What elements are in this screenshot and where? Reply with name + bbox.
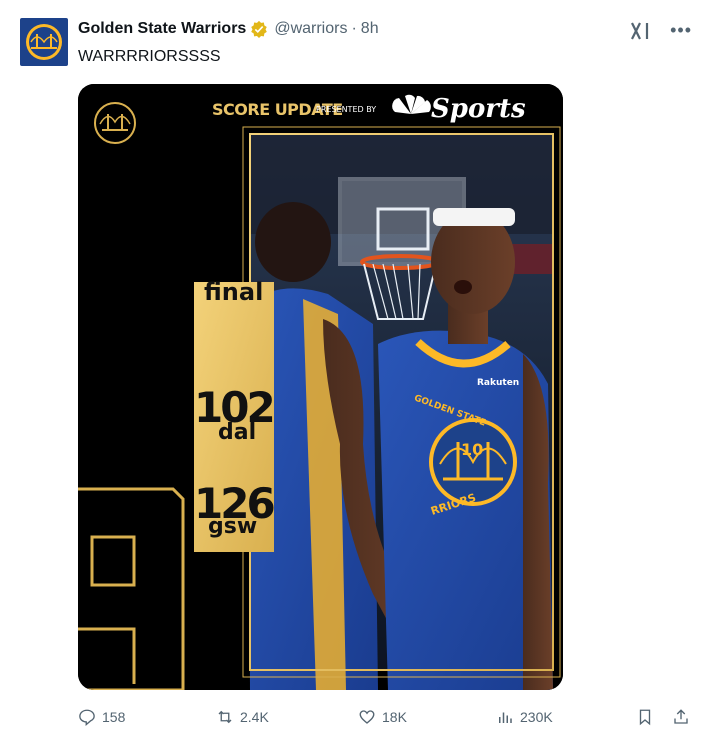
jersey-sponsor-patch: Rakuten (477, 378, 520, 388)
repost-count: 2.4K (240, 709, 269, 725)
share-icon (674, 709, 688, 724)
views-button[interactable]: 230K (496, 708, 553, 726)
tweet-media-image[interactable]: SCORE UPDATE PRESENTED BY Sports final 1… (78, 84, 563, 690)
view-count: 230K (520, 709, 553, 725)
tweet-text: WARRRRIORSSSS (78, 48, 221, 65)
author-name[interactable]: Golden State Warriors (78, 20, 246, 38)
like-button[interactable]: 18K (358, 708, 407, 726)
reply-count: 158 (102, 709, 126, 725)
team1-abbr: dal (218, 420, 257, 445)
views-icon (499, 712, 512, 723)
repost-icon (218, 710, 232, 724)
timestamp[interactable]: 8h (361, 20, 379, 38)
verified-badge-icon[interactable] (250, 20, 268, 38)
tweet-header: Golden State Warriors @warriors · 8h (78, 20, 379, 38)
warriors-logo-icon (26, 24, 62, 60)
avatar[interactable] (20, 18, 68, 66)
grok-icon[interactable] (630, 21, 652, 41)
author-handle[interactable]: @warriors (274, 20, 347, 38)
separator: · (351, 20, 357, 37)
tweet-top-actions: ••• (630, 20, 692, 41)
jersey-number: 10 (461, 440, 484, 459)
bookmark-button[interactable] (636, 708, 654, 726)
more-icon[interactable]: ••• (670, 20, 692, 41)
reply-button[interactable]: 158 (78, 708, 125, 726)
share-button[interactable] (672, 708, 690, 726)
reply-icon (79, 709, 95, 726)
game-status: final (204, 278, 264, 306)
bookmark-icon (639, 709, 651, 726)
repost-button[interactable]: 2.4K (216, 708, 269, 726)
presented-by-label: PRESENTED BY (316, 105, 377, 114)
team2-abbr: gsw (208, 514, 258, 539)
like-count: 18K (382, 709, 407, 725)
sponsor-label: Sports (431, 94, 526, 124)
tweet-card[interactable]: Golden State Warriors @warriors · 8h •••… (0, 0, 710, 742)
tweet-actions: 158 2.4K 18K 230K (78, 708, 694, 730)
heart-icon (359, 710, 375, 724)
